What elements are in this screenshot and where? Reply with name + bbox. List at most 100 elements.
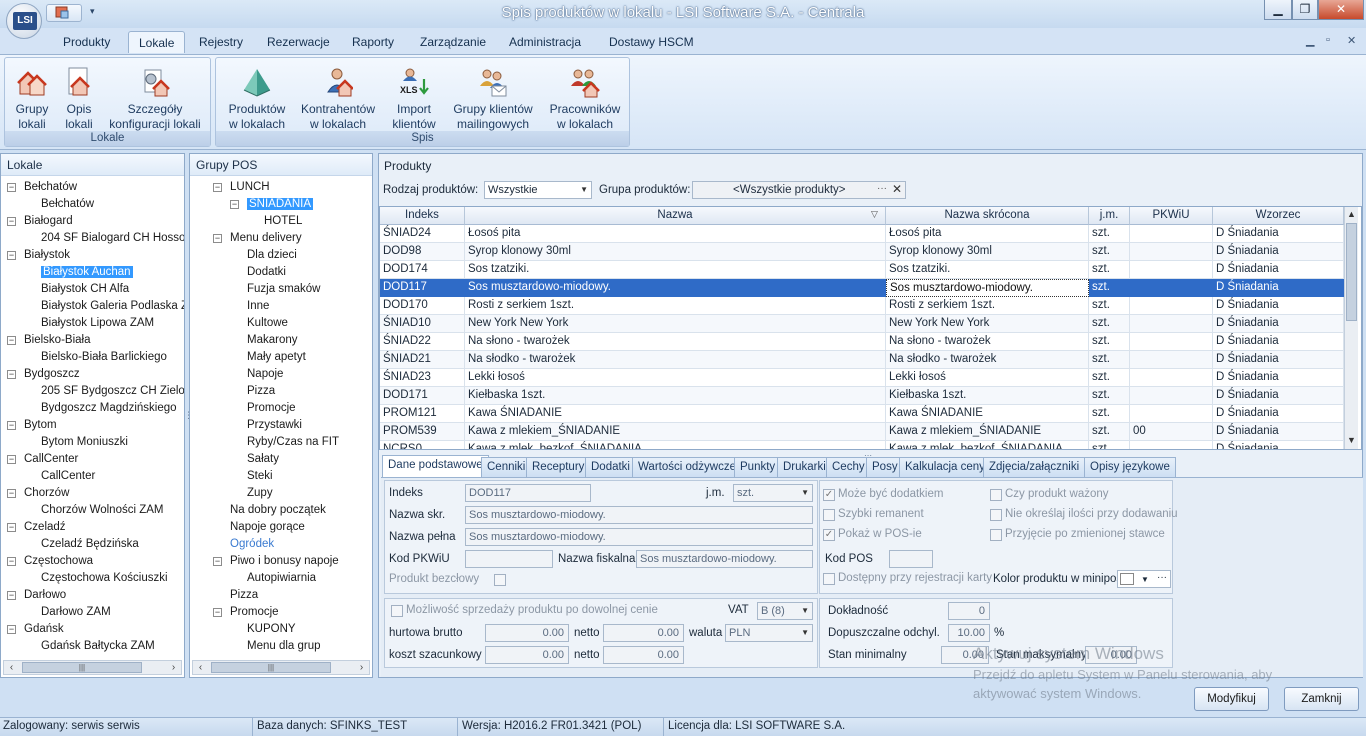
lokale-tree-item[interactable]: Czeladź Będzińska bbox=[41, 536, 139, 553]
restore-button[interactable]: ❐ bbox=[1292, 0, 1318, 20]
grid-vscrollbar[interactable]: ▲ ▼ bbox=[1344, 207, 1358, 449]
tab-punkty[interactable]: Punkty bbox=[734, 457, 782, 477]
lokale-tree-item[interactable]: CallCenter bbox=[24, 451, 78, 468]
grupy_pos-tree-item[interactable]: ŚNIADANIA bbox=[247, 196, 313, 213]
modyfikuj-button[interactable]: Modyfikuj bbox=[1194, 687, 1269, 711]
grupy_pos-tree-item[interactable]: Napoje bbox=[247, 366, 283, 383]
nazwa-skr-field[interactable]: Sos musztardowo-miodowy. bbox=[465, 506, 813, 524]
tab-rezerwacje[interactable]: Rezerwacje bbox=[257, 31, 340, 53]
scroll-right-icon[interactable]: › bbox=[166, 661, 181, 674]
pokaz-w-pos-checkbox[interactable]: ✓ bbox=[823, 529, 835, 541]
dokladnosc-field[interactable]: 0 bbox=[948, 602, 990, 620]
grupy_pos-tree-item[interactable]: Promocje bbox=[230, 604, 279, 621]
tab-kalkulacja-ceny[interactable]: Kalkulacja ceny bbox=[899, 457, 991, 477]
grupy_pos-tree-item[interactable]: KUPONY bbox=[247, 621, 296, 638]
vat-select[interactable]: B (8) ▼ bbox=[757, 602, 813, 620]
tree-collapse-icon[interactable]: − bbox=[7, 217, 16, 226]
szczegoly-konfiguracji-button[interactable]: Szczegóły konfiguracji lokali bbox=[103, 66, 207, 132]
tree-collapse-icon[interactable]: − bbox=[7, 421, 16, 430]
grid-column-header[interactable]: j.m. bbox=[1089, 207, 1130, 225]
tree-collapse-icon[interactable]: − bbox=[230, 200, 239, 209]
grupy-klientow-mailingowych-button[interactable]: Grupy klientów mailingowych bbox=[450, 66, 536, 132]
tab-zdjecia-zalaczniki[interactable]: Zdjęcia/załączniki bbox=[983, 457, 1086, 477]
table-row[interactable]: ŚNIAD24 Łosoś pita Łosoś pita szt. D Śniadan… bbox=[380, 225, 1344, 243]
mdi-restore-icon[interactable]: ▫ bbox=[1326, 34, 1330, 46]
kolor-ellipsis-icon[interactable]: ··· bbox=[1157, 570, 1167, 586]
lokale-tree-item[interactable]: Bełchatów bbox=[24, 179, 77, 196]
table-row[interactable]: DOD171 Kiełbaska 1szt. Kiełbaska 1szt. szt.… bbox=[380, 387, 1344, 405]
grupy_pos-tree-item[interactable]: Piwo i bonusy napoje bbox=[230, 553, 339, 570]
lokale-tree-item[interactable]: Bielsko-Biała bbox=[24, 332, 90, 349]
grupy_pos-tree-item[interactable]: Autopiwiarnia bbox=[247, 570, 316, 587]
tab-administracja[interactable]: Administracja bbox=[499, 31, 591, 53]
kontrahentow-w-lokalach-button[interactable]: Kontrahentów w lokalach bbox=[298, 66, 378, 132]
scroll-left-icon[interactable]: ‹ bbox=[193, 661, 208, 674]
tab-lokale[interactable]: Lokale bbox=[128, 31, 186, 53]
grid-column-header[interactable]: Nazwa bbox=[465, 207, 886, 225]
opis-lokali-button[interactable]: Opis lokali bbox=[59, 66, 99, 132]
lokale-tree-item[interactable]: Częstochowa Kościuszki bbox=[41, 570, 168, 587]
table-row[interactable]: PROM539 Kawa z mlekiem_ŚNIADANIE Kawa z ml… bbox=[380, 423, 1344, 441]
table-row[interactable]: ŚNIAD21 Na słodko - twarożek Na słodko - t… bbox=[380, 351, 1344, 369]
czy-produkt-wazony-checkbox[interactable] bbox=[990, 489, 1002, 501]
nie-okreslaj-checkbox[interactable] bbox=[990, 509, 1002, 521]
lokale-tree-item[interactable]: 204 SF Bialogard CH Hosso bbox=[41, 230, 184, 247]
grid-column-header[interactable]: PKWiU bbox=[1130, 207, 1213, 225]
tree-collapse-icon[interactable]: − bbox=[213, 183, 222, 192]
tab-zarzadzanie[interactable]: Zarządzanie bbox=[410, 31, 496, 53]
scroll-left-icon[interactable]: ‹ bbox=[4, 661, 19, 674]
grupy_pos-tree-item[interactable]: Promocje bbox=[247, 400, 296, 417]
table-row[interactable]: DOD98 Syrop klonowy 30ml Syrop klonowy 30m… bbox=[380, 243, 1344, 261]
grupy_pos-tree-item[interactable]: Na dobry początek bbox=[230, 502, 326, 519]
import-klientow-button[interactable]: XLS Import klientów bbox=[388, 66, 440, 132]
lokale-tree-item[interactable]: Białystok bbox=[24, 247, 70, 264]
produkt-bezclowy-checkbox[interactable] bbox=[494, 574, 506, 586]
tab-cechy[interactable]: Cechy bbox=[826, 457, 871, 477]
table-row[interactable]: ŚNIAD23 Lekki łosoś Lekki łosoś szt. D Śniad… bbox=[380, 369, 1344, 387]
grupy_pos-tree-item[interactable]: HOTEL bbox=[264, 213, 302, 230]
tree-collapse-icon[interactable]: − bbox=[7, 183, 16, 192]
mdi-close-icon[interactable]: ✕ bbox=[1347, 34, 1356, 47]
app-logo[interactable]: LSI bbox=[6, 3, 42, 39]
mozliwosc-checkbox[interactable] bbox=[391, 605, 403, 617]
grupy_pos-tree-item[interactable]: Mały apetyt bbox=[247, 349, 306, 366]
grupy_pos-tree-item[interactable]: Dodatki bbox=[247, 264, 286, 281]
scroll-thumb[interactable]: ||| bbox=[211, 662, 331, 673]
tree-collapse-icon[interactable]: − bbox=[7, 489, 16, 498]
szybki-remanent-checkbox[interactable] bbox=[823, 509, 835, 521]
scroll-up-icon[interactable]: ▲ bbox=[1347, 209, 1356, 219]
lokale-tree-item[interactable]: Białystok Lipowa ZAM bbox=[41, 315, 154, 332]
lokale-tree-item[interactable]: Białystok Auchan bbox=[41, 264, 133, 281]
scroll-down-icon[interactable]: ▼ bbox=[1347, 435, 1356, 445]
grupy-lokali-button[interactable]: Grupy lokali bbox=[9, 66, 55, 132]
grupa-ellipsis-icon[interactable]: ··· bbox=[877, 183, 887, 194]
lokale-tree-item[interactable]: Chorzów bbox=[24, 485, 69, 502]
scroll-thumb[interactable]: ||| bbox=[22, 662, 142, 673]
nazwa-fiskalna-field[interactable]: Sos musztardowo-miodowy. bbox=[636, 550, 813, 568]
lokale-tree-item[interactable]: Bełchatów bbox=[41, 196, 94, 213]
tab-receptury[interactable]: Receptury bbox=[526, 457, 591, 477]
tree-collapse-icon[interactable]: − bbox=[7, 455, 16, 464]
hurtowa-brutto-field[interactable]: 0.00 bbox=[485, 624, 569, 642]
table-row[interactable]: NCRS0 Kawa z mlek. bezkof. ŚNIADANIA Kawa … bbox=[380, 441, 1344, 449]
koszt-szacunkowy-field[interactable]: 0.00 bbox=[485, 646, 569, 664]
table-row[interactable]: DOD174 Sos tzatziki. Sos tzatziki. szt. D Śn… bbox=[380, 261, 1344, 279]
tab-raporty[interactable]: Raporty bbox=[342, 31, 404, 53]
grupy_pos-tree-item[interactable]: Menu dla grup bbox=[247, 638, 321, 655]
grupy_pos-tree-item[interactable]: Makarony bbox=[247, 332, 298, 349]
kod-pkwiu-field[interactable] bbox=[465, 550, 553, 568]
tab-posy[interactable]: Posy bbox=[866, 457, 904, 477]
netto-field-2[interactable]: 0.00 bbox=[603, 646, 684, 664]
grid-column-header[interactable]: Indeks bbox=[380, 207, 465, 225]
lokale-tree-item[interactable]: Bydgoszcz bbox=[24, 366, 80, 383]
waluta-select[interactable]: PLN ▼ bbox=[725, 624, 813, 642]
grupy_pos-tree-item[interactable]: Dla dzieci bbox=[247, 247, 297, 264]
lokale-tree-item[interactable]: CallCenter bbox=[41, 468, 95, 485]
tab-cenniki[interactable]: Cenniki bbox=[481, 457, 532, 477]
tree-collapse-icon[interactable]: − bbox=[7, 370, 16, 379]
dostepny-checkbox[interactable] bbox=[823, 573, 835, 585]
tree-collapse-icon[interactable]: − bbox=[7, 557, 16, 566]
mdi-minimize-icon[interactable]: ▁ bbox=[1306, 34, 1314, 47]
nazwa-pelna-field[interactable]: Sos musztardowo-miodowy. bbox=[465, 528, 813, 546]
scroll-right-icon[interactable]: › bbox=[354, 661, 369, 674]
